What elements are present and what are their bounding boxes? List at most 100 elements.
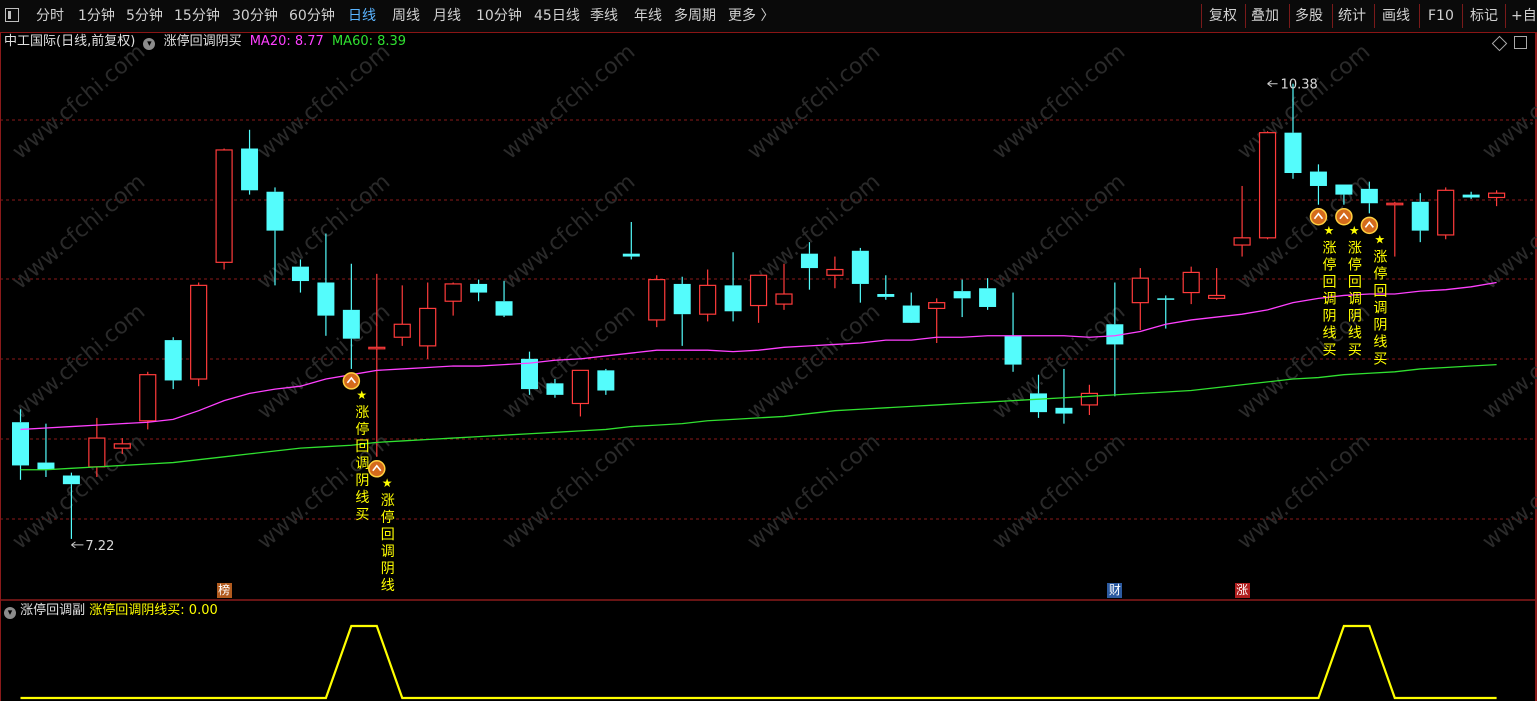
candle	[139, 371, 157, 430]
signal-label-char: 回	[1373, 283, 1387, 299]
watermark-text: www.cfchi.com	[498, 429, 640, 554]
signal-coin-icon	[368, 460, 386, 478]
candle	[521, 351, 538, 395]
candle	[1208, 268, 1226, 300]
candle-body	[1487, 192, 1506, 199]
sub-chart-layer	[20, 624, 1497, 700]
signal-coin-icon	[1360, 216, 1379, 235]
candle-body	[419, 307, 437, 347]
watermark-text: www.cfchi.com	[498, 169, 640, 294]
candle-body	[699, 284, 717, 315]
candle-body	[928, 302, 946, 310]
candle-body	[673, 283, 691, 315]
candle-body	[775, 293, 793, 305]
candle	[1004, 292, 1022, 372]
candle-body	[571, 369, 590, 405]
signal-label-char: 停	[381, 509, 395, 526]
watermark-text: www.cfchi.com	[8, 299, 150, 424]
buy-signal: ★ 涨停回调阴线买	[1360, 216, 1387, 367]
candle-body	[164, 340, 182, 381]
signal-label-char: 停	[355, 421, 369, 438]
signal-label-char: 回	[355, 439, 369, 455]
candle	[1487, 190, 1506, 207]
candle-body	[266, 191, 284, 231]
candle-body	[1004, 335, 1022, 365]
signal-label-char: 调	[381, 544, 395, 560]
signal-label-char: 买	[1348, 343, 1362, 359]
candle-body	[393, 323, 411, 338]
signal-star-icon: ★	[1374, 232, 1385, 246]
watermark-text: www.cfchi.com	[253, 299, 395, 424]
candle-body	[444, 283, 462, 302]
signal-star-icon: ★	[1349, 224, 1360, 238]
candle-body	[1360, 188, 1378, 204]
event-badge-2[interactable]: 涨	[1234, 583, 1250, 598]
signal-label-char: 涨	[1373, 249, 1387, 265]
candle	[622, 221, 640, 260]
signal-coin-icon	[342, 372, 361, 390]
watermark-layer: www.cfchi.com www.cfchi.com www.cfchi.com w…	[8, 39, 1537, 554]
signal-label-char: 阴	[1348, 309, 1362, 325]
candle	[1462, 191, 1480, 199]
candle	[444, 282, 462, 316]
sub-signal-line	[20, 624, 1497, 700]
candle-body	[979, 288, 997, 307]
candle-body	[1157, 298, 1175, 300]
candle-body	[215, 149, 233, 263]
candle-body	[62, 475, 80, 485]
candle	[826, 256, 844, 289]
candle-body	[800, 253, 818, 269]
candle	[368, 273, 386, 457]
candle	[1411, 193, 1429, 243]
signal-label-char: 阴	[1373, 317, 1387, 333]
signal-coin-icon	[1335, 207, 1353, 226]
candle	[648, 275, 666, 328]
candle	[597, 368, 615, 395]
signal-star-icon: ★	[382, 476, 393, 490]
candle	[928, 298, 946, 343]
low-arrow-icon	[71, 541, 84, 549]
candle-body	[1462, 194, 1480, 198]
candle-body	[113, 443, 131, 449]
candle	[215, 148, 233, 270]
candle	[1080, 384, 1099, 416]
signal-star-icon: ★	[356, 388, 367, 402]
event-badge-0[interactable]: 榜	[216, 583, 232, 598]
candle	[571, 369, 590, 417]
signal-label-char: 调	[1348, 292, 1362, 308]
watermark-text: www.cfchi.com	[988, 429, 1130, 554]
candle-body	[1411, 201, 1429, 231]
watermark-text: www.cfchi.com	[1478, 39, 1537, 164]
candle	[241, 129, 259, 195]
watermark-text: www.cfchi.com	[253, 169, 395, 294]
watermark-text: www.cfchi.com	[498, 299, 640, 424]
signal-label-char: 阴	[381, 561, 395, 577]
candle-body	[317, 282, 335, 316]
signal-label-char: 调	[1373, 300, 1387, 316]
signal-label-char: 买	[1322, 343, 1336, 359]
signal-label-char: 线	[355, 490, 369, 506]
candle	[673, 276, 691, 346]
candle	[851, 247, 869, 303]
signal-coin-icon	[1309, 207, 1328, 226]
event-badge-1[interactable]: 财	[1107, 583, 1123, 598]
watermark-text: www.cfchi.com	[8, 169, 150, 294]
candle-body	[291, 266, 309, 282]
candle	[1233, 185, 1251, 257]
candle	[749, 274, 768, 323]
candle-body	[851, 250, 869, 284]
candle	[1182, 266, 1200, 305]
watermark-text: www.cfchi.com	[253, 429, 395, 554]
candle-body	[902, 305, 920, 323]
signal-label-char: 涨	[355, 405, 369, 421]
watermark-text: www.cfchi.com	[1478, 429, 1537, 554]
candle-body	[1386, 202, 1404, 206]
candle-body	[1335, 184, 1353, 195]
candle-body	[37, 462, 55, 470]
maximize-icon[interactable]	[1514, 36, 1527, 49]
candle	[470, 279, 488, 302]
candle	[699, 269, 717, 322]
signal-label-char: 线	[381, 578, 395, 594]
candle	[1386, 201, 1404, 257]
watermark-text: www.cfchi.com	[1233, 39, 1375, 164]
